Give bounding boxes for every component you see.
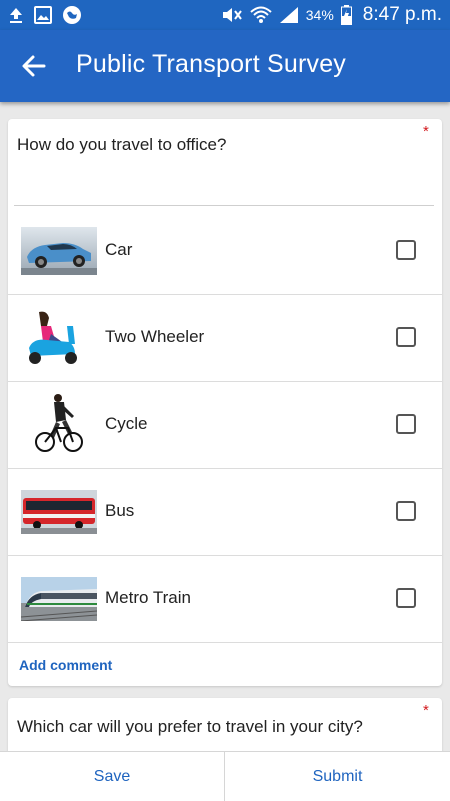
- battery-charging-icon: [340, 5, 352, 25]
- back-button[interactable]: [18, 50, 54, 82]
- option-car[interactable]: Car: [8, 207, 442, 295]
- signal-icon: [279, 7, 298, 23]
- option-cycle[interactable]: Cycle: [8, 381, 442, 469]
- status-left-icons: [8, 5, 82, 25]
- page-title: Public Transport Survey: [76, 50, 346, 78]
- required-marker: *: [423, 702, 429, 719]
- bus-photo: [21, 490, 97, 534]
- checkbox-metro-train[interactable]: [396, 588, 416, 608]
- checkbox-bus[interactable]: [396, 501, 416, 521]
- option-label: Car: [105, 240, 133, 259]
- app-bar: Public Transport Survey: [0, 30, 450, 102]
- divider: [14, 205, 434, 206]
- option-metro-train[interactable]: Metro Train: [8, 555, 442, 643]
- option-label: Two Wheeler: [105, 327, 205, 346]
- checkbox-car[interactable]: [396, 240, 416, 260]
- question-text: Which car will you prefer to travel in y…: [17, 717, 363, 736]
- status-time: 8:47 p.m.: [362, 4, 442, 25]
- arrow-left-icon: [22, 55, 46, 77]
- add-comment-link[interactable]: Add comment: [19, 657, 112, 673]
- option-label: Metro Train: [105, 588, 191, 607]
- checkbox-cycle[interactable]: [396, 414, 416, 434]
- image-icon: [34, 6, 52, 24]
- question-card: * Which car will you prefer to travel in…: [8, 698, 442, 758]
- upload-icon: [10, 8, 22, 23]
- globe-icon: [63, 6, 81, 24]
- battery-percent: 34%: [305, 7, 334, 23]
- question-text: How do you travel to office?: [17, 135, 227, 154]
- checkbox-two-wheeler[interactable]: [396, 327, 416, 347]
- required-marker: *: [423, 123, 429, 140]
- option-label: Cycle: [105, 414, 148, 433]
- save-button[interactable]: Save: [0, 752, 224, 801]
- submit-button[interactable]: Submit: [225, 752, 450, 801]
- question-card: * How do you travel to office? Car Two W…: [8, 119, 442, 686]
- car-photo: [21, 227, 97, 275]
- mute-icon: [222, 8, 242, 22]
- option-label: Bus: [105, 501, 135, 520]
- bicycle-photo: [34, 392, 84, 456]
- option-two-wheeler[interactable]: Two Wheeler: [8, 294, 442, 382]
- bottom-action-bar: Save Submit: [0, 751, 450, 801]
- scooter-photo: [21, 308, 83, 366]
- metro-train-photo: [21, 577, 97, 621]
- status-right-icons: 34% 8:47 p.m.: [221, 4, 442, 26]
- wifi-icon: [250, 6, 272, 23]
- status-bar: 34% 8:47 p.m.: [0, 0, 450, 30]
- option-bus[interactable]: Bus: [8, 468, 442, 556]
